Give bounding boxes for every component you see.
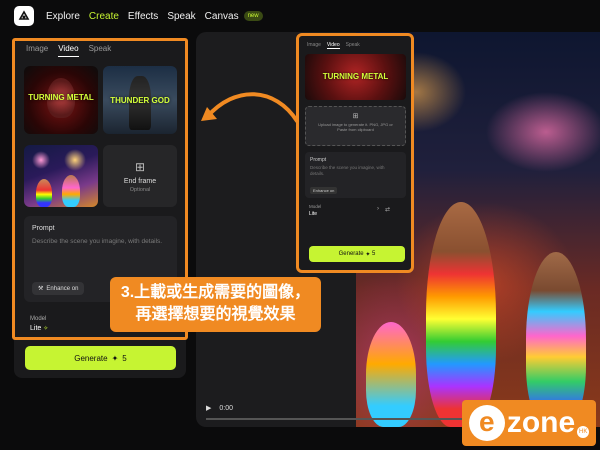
instruction-callout: 3.上載或生成需要的圖像， 再選擇想要的視覺效果 [110, 277, 321, 332]
enhance-label: Enhance on [46, 285, 79, 292]
generate-label: Generate [74, 353, 108, 363]
enhance-toggle[interactable]: ⚒ Enhance on [32, 282, 85, 295]
tab-image[interactable]: Image [26, 44, 48, 57]
page: Explore Create Effects Speak Canvas new … [0, 0, 600, 450]
end-frame-optional: Optional [129, 186, 151, 193]
callout-line-1: 3.上載或生成需要的圖像， [120, 284, 311, 301]
upload-icon: ⊞ [352, 113, 359, 120]
model-label: Model [30, 316, 47, 322]
annotation-arrow-icon [201, 92, 299, 123]
preview-thumbnail-title: TURNING METAL [322, 72, 389, 81]
preview-prompt-title: Prompt [310, 157, 327, 163]
crowd-figure [366, 322, 416, 427]
preview-enhance: Enhance on [310, 187, 338, 194]
prompt-title: Prompt [32, 225, 55, 232]
generate-button[interactable]: Generate ✦ 5 [25, 346, 176, 370]
firework-burst [64, 149, 86, 171]
zoomed-panel-preview: Image Video Speak TURNING METAL ⊞ Upload… [296, 33, 414, 273]
crowd-figure [62, 175, 80, 207]
crowd-figure [36, 179, 52, 207]
nav-canvas[interactable]: Canvas [205, 11, 239, 22]
sparkle-icon: ✦ [363, 251, 373, 258]
nav-speak[interactable]: Speak [167, 11, 195, 22]
preview-tabs: Image Video Speak [307, 42, 360, 49]
ezone-logo-icon: e [468, 405, 505, 441]
thumbnail-title: TURNING METAL [28, 93, 94, 102]
preview-tab-speak: Speak [345, 42, 360, 48]
chevron-right-icon: › [377, 206, 379, 212]
credit-cost: 5 [122, 353, 127, 363]
callout-line-2: 再選擇想要的視覺效果 [135, 306, 296, 323]
sparkle-icon: ✧ [43, 326, 49, 332]
current-time: 0:00 [219, 404, 234, 412]
crowd-figure [426, 202, 496, 427]
preview-thumbnail: TURNING METAL [305, 54, 406, 100]
app-logo[interactable] [14, 6, 34, 26]
prompt-input[interactable]: Describe the scene you imagine, with det… [32, 237, 168, 246]
logo-icon [18, 10, 30, 20]
preview-tab-video: Video [326, 42, 340, 49]
nav-explore[interactable]: Explore [46, 11, 80, 22]
preview-credit-cost: 5 [372, 251, 376, 257]
model-select[interactable]: Lite ✧ [30, 325, 48, 332]
preview-model-value: Lite [309, 211, 318, 217]
preview-arrows: › ⇄ [377, 206, 390, 213]
end-frame-slot[interactable]: ⊞ End frame Optional [103, 145, 177, 207]
magic-wand-icon: ⚒ [38, 286, 44, 292]
nav-create[interactable]: Create [89, 11, 119, 22]
thumbnail-title: THUNDER GOD [110, 96, 170, 105]
watermark-text: zone [506, 406, 576, 439]
concert-thumbnail[interactable] [24, 145, 98, 207]
ezone-watermark: e zone HK [462, 400, 596, 446]
sparkle-icon: ✦ [111, 353, 119, 363]
preview-upload-text: Upload image to generate it. PNG, JPG or… [318, 122, 393, 132]
model-value: Lite [30, 325, 42, 332]
preview-generate-label: Generate [338, 251, 364, 257]
top-nav: Explore Create Effects Speak Canvas new [0, 0, 600, 32]
add-image-icon: ⊞ [134, 159, 146, 174]
preset-thumbnail[interactable]: THUNDER GOD [103, 66, 177, 134]
preview-prompt-placeholder: Describe the scene you imagine, with det… [310, 165, 385, 176]
preview-tab-image: Image [307, 42, 321, 48]
firework-burst [32, 151, 50, 169]
watermark-suffix: HK [577, 426, 590, 438]
end-frame-label: End frame [123, 177, 157, 185]
preview-upload-area: ⊞ Upload image to generate it. PNG, JPG … [305, 106, 406, 146]
tab-video[interactable]: Video [58, 44, 79, 57]
preview-generate-button: Generate ✦ 5 [309, 246, 405, 262]
swap-icon: ⇄ [385, 207, 391, 213]
new-badge: new [243, 11, 263, 21]
preview-model-label: Model [309, 204, 322, 209]
start-frame-thumbnail[interactable]: TURNING METAL [24, 66, 98, 134]
play-icon[interactable]: ▶ [206, 404, 211, 412]
nav-effects[interactable]: Effects [128, 11, 158, 22]
video-controls: ▶ 0:00 [206, 404, 234, 413]
preview-prompt-box: Prompt Describe the scene you imagine, w… [305, 152, 406, 198]
tab-speak[interactable]: Speak [89, 44, 112, 57]
mode-tabs: Image Video Speak [26, 44, 111, 57]
